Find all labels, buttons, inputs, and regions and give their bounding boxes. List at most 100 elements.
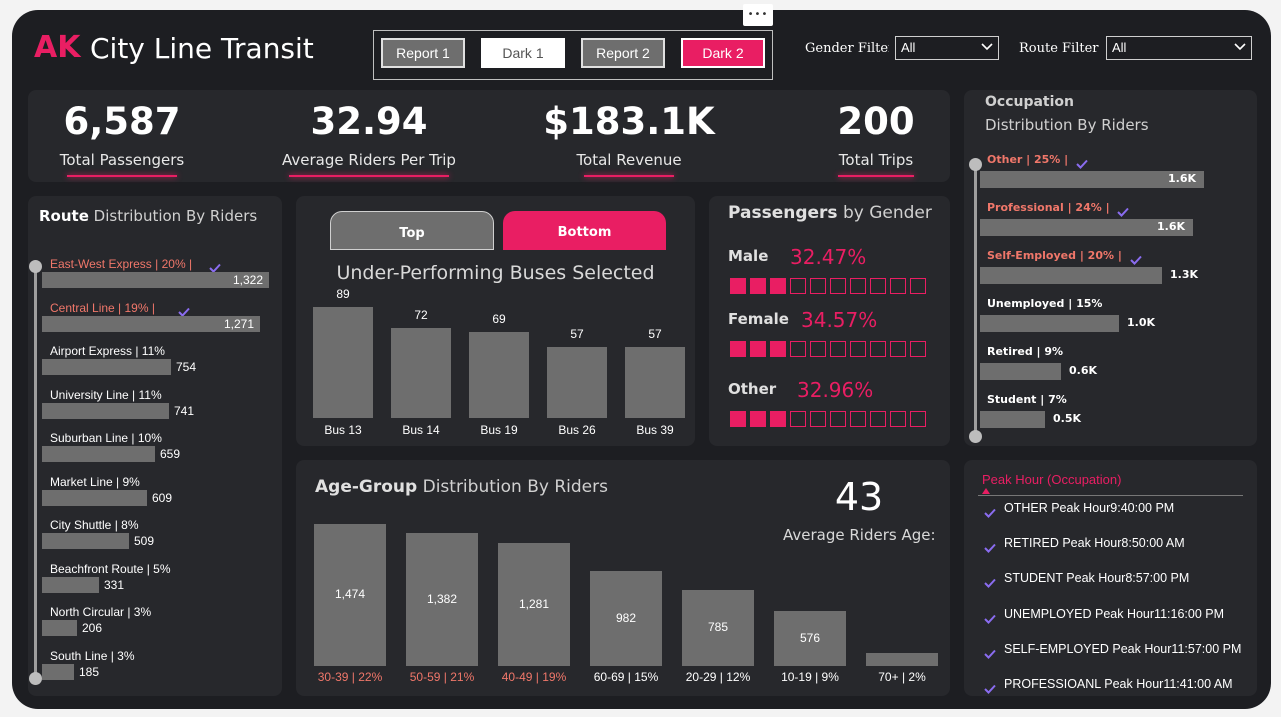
route-filter-dropdown[interactable]: All bbox=[1100, 30, 1258, 66]
route-item[interactable]: Suburban Line | 10% 659 bbox=[42, 431, 272, 471]
occupation-bar bbox=[980, 411, 1045, 428]
bus-bar[interactable] bbox=[625, 347, 685, 418]
gender-percent: 32.47% bbox=[790, 245, 867, 269]
more-options-icon: ••• bbox=[747, 9, 769, 20]
route-item[interactable]: South Line | 3% 185 bbox=[42, 649, 272, 689]
gender-square-filled bbox=[730, 411, 746, 427]
peak-hour-item: STUDENT Peak Hour8:57:00 PM bbox=[984, 570, 1254, 590]
peak-hour-text: SELF-EMPLOYED Peak Hour11:57:00 PM bbox=[1004, 641, 1242, 656]
gender-square-filled bbox=[750, 278, 766, 294]
occupation-item[interactable]: Unemployed | 15% 1.0K bbox=[980, 297, 1250, 341]
bus-bar[interactable] bbox=[469, 332, 529, 418]
route-bar-value: 741 bbox=[174, 403, 195, 418]
gender-square-empty bbox=[870, 341, 886, 357]
gender-label: Female bbox=[728, 310, 789, 328]
route-filter-label: Route Filter bbox=[1019, 41, 1099, 56]
route-bar bbox=[42, 489, 147, 506]
gender-label: Male bbox=[728, 247, 769, 265]
route-item[interactable]: East-West Express | 20% | 1,322 bbox=[42, 257, 272, 297]
occupation-item[interactable]: Student | 7% 0.5K bbox=[980, 393, 1250, 437]
bus-bar-value: 89 bbox=[336, 287, 350, 301]
bus-bar-label: Bus 13 bbox=[324, 423, 362, 437]
gender-percent: 34.57% bbox=[801, 308, 878, 332]
kpi-value: 32.94 bbox=[310, 100, 428, 143]
gender-square-empty bbox=[810, 341, 826, 357]
route-item[interactable]: North Circular | 3% 206 bbox=[42, 605, 272, 645]
route-scroll-bottom-handle[interactable] bbox=[29, 672, 42, 685]
more-options-button[interactable]: ••• bbox=[743, 4, 773, 26]
peak-hour-item: RETIRED Peak Hour8:50:00 AM bbox=[984, 535, 1254, 555]
nav-report-2-button[interactable]: Report 2 bbox=[581, 38, 665, 68]
route-scroll-top-handle[interactable] bbox=[29, 260, 42, 273]
route-item-label: Central Line | 19% | bbox=[50, 300, 155, 315]
gender-square-empty bbox=[830, 278, 846, 294]
age-bar-value: 982 bbox=[615, 610, 637, 625]
route-scroll-track[interactable] bbox=[34, 262, 37, 680]
bus-bar[interactable] bbox=[313, 307, 373, 418]
route-item-label: South Line | 3% bbox=[50, 648, 135, 663]
occupation-item[interactable]: Other | 25% | 1.6K bbox=[980, 153, 1250, 197]
gender-title: Passengers by Gender bbox=[728, 203, 932, 223]
route-item[interactable]: Airport Express | 11% 754 bbox=[42, 344, 272, 384]
toggle-top-button[interactable]: Top bbox=[330, 211, 494, 250]
gender-filter-label: Gender Filter bbox=[805, 41, 895, 56]
route-item[interactable]: Beachfront Route | 5% 331 bbox=[42, 562, 272, 602]
gender-filter-value: All bbox=[901, 40, 916, 55]
bus-bar-label: Bus 19 bbox=[480, 423, 518, 437]
check-icon bbox=[984, 609, 996, 628]
check-icon bbox=[984, 679, 996, 698]
nav-dark-2-button[interactable]: Dark 2 bbox=[681, 38, 765, 68]
gender-label: Other bbox=[728, 380, 777, 398]
occupation-item[interactable]: Professional | 24% | 1.6K bbox=[980, 201, 1250, 245]
toggle-top-label: Top bbox=[399, 226, 425, 241]
peak-hour-title: Peak Hour (Occupation) bbox=[982, 472, 1122, 487]
app-title: City Line Transit bbox=[90, 32, 314, 65]
chevron-down-icon bbox=[1233, 37, 1247, 64]
bus-bar[interactable] bbox=[391, 328, 451, 418]
occupation-item[interactable]: Self-Employed | 20% | 1.3K bbox=[980, 249, 1250, 293]
peak-hour-item: PROFESSIOANL Peak Hour11:41:00 AM bbox=[984, 676, 1254, 696]
check-icon bbox=[984, 503, 996, 522]
occupation-bar bbox=[980, 363, 1061, 380]
avg-age-value: 43 bbox=[834, 475, 884, 519]
route-item[interactable]: City Shuttle | 8% 509 bbox=[42, 518, 272, 558]
bus-bar[interactable] bbox=[547, 347, 607, 418]
route-filter-select[interactable]: All bbox=[1106, 36, 1252, 60]
occupation-scroll-track[interactable] bbox=[974, 162, 977, 438]
age-bar-label: 70+ | 2% bbox=[878, 670, 926, 684]
age-bar[interactable] bbox=[866, 653, 938, 666]
route-bar-value: 609 bbox=[152, 490, 173, 505]
occupation-bar-value: 0.5K bbox=[1053, 412, 1082, 425]
occupation-item-label: Retired | 9% bbox=[987, 345, 1064, 358]
route-item[interactable]: Central Line | 19% | 1,271 bbox=[42, 301, 272, 341]
route-item-label: Market Line | 9% bbox=[50, 474, 140, 489]
bus-bar-value: 57 bbox=[648, 327, 662, 341]
age-bar-value: 785 bbox=[707, 620, 729, 634]
nav-report-1-button[interactable]: Report 1 bbox=[381, 38, 465, 68]
route-bar-value: 206 bbox=[82, 621, 103, 635]
gender-filter-dropdown[interactable]: All bbox=[889, 30, 1005, 66]
peak-hour-text: OTHER Peak Hour9:40:00 PM bbox=[1004, 501, 1175, 515]
route-bar bbox=[42, 533, 129, 549]
route-bar-value: 331 bbox=[104, 577, 125, 592]
gender-square-empty bbox=[910, 341, 926, 357]
route-item[interactable]: Market Line | 9% 609 bbox=[42, 475, 272, 515]
bus-bar-value: 72 bbox=[414, 308, 428, 322]
occupation-item[interactable]: Retired | 9% 0.6K bbox=[980, 345, 1250, 389]
nav-dark-1-button[interactable]: Dark 1 bbox=[481, 38, 565, 68]
gender-title-rest: by Gender bbox=[842, 203, 932, 223]
gender-square-empty bbox=[850, 278, 866, 294]
gender-square-empty bbox=[870, 278, 886, 294]
gender-filter-select[interactable]: All bbox=[895, 36, 999, 60]
bus-bar-label: Bus 14 bbox=[402, 423, 440, 437]
kpi-label: Average Riders Per Trip bbox=[282, 151, 456, 169]
kpi-underline bbox=[584, 175, 674, 177]
age-bar-value: 1,382 bbox=[426, 591, 458, 606]
gender-square-empty bbox=[790, 411, 806, 427]
kpi-value: $183.1K bbox=[543, 100, 715, 143]
occupation-item-label: Other | 25% | bbox=[987, 153, 1069, 166]
route-item[interactable]: University Line | 11% 741 bbox=[42, 388, 272, 428]
gender-square-filled bbox=[770, 411, 786, 427]
toggle-bottom-button[interactable]: Bottom bbox=[503, 211, 666, 250]
gender-square-empty bbox=[890, 411, 906, 427]
